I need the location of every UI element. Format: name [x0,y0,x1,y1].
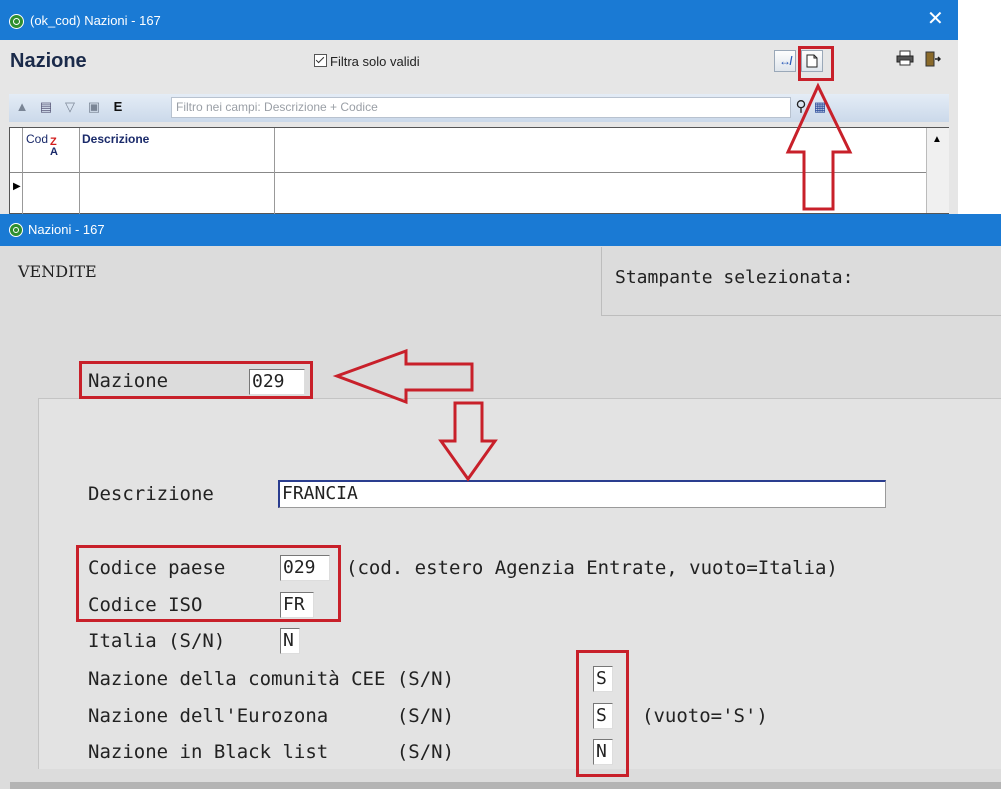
sort-za-icon[interactable]: ZA [50,137,58,158]
filter-valid-label: Filtra solo validi [330,54,420,69]
grid-options-icon[interactable]: ▦ [811,98,829,116]
funnel-filter-icon[interactable]: ▽ [61,98,79,116]
highlight-codice-fields [76,545,341,622]
highlight-sn-flags [576,650,629,777]
search-input[interactable]: Filtro nei campi: Descrizione + Codice [171,97,791,118]
exit-door-icon [925,51,942,67]
eurozona-label: Nazione dell'Eurozona (S/N) [88,705,455,727]
section-title: VENDITE [18,262,97,281]
edit-columns-icon[interactable]: ▤ [37,98,55,116]
form-window-titlebar[interactable]: Nazioni - 167 [0,214,1001,246]
up-arrow-icon[interactable]: ▲ [13,98,31,116]
exit-button[interactable] [921,50,943,72]
checkbox-checked-icon[interactable] [314,54,327,67]
codice-paese-note: (cod. estero Agenzia Entrate, vuoto=Ital… [346,557,838,579]
search-icon[interactable]: ⚲ [792,98,810,116]
lookup-window-title: (ok_cod) Nazioni - 167 [30,13,161,28]
highlight-nazione-field [79,361,313,399]
cee-label: Nazione della comunità CEE (S/N) [88,668,455,690]
bottom-edge [10,782,1001,789]
italia-field[interactable]: N [280,628,300,654]
filter-valid-checkbox[interactable]: Filtra solo validi [314,54,420,69]
results-grid: Cod ZA Descrizione ▶ ▲ [9,127,949,215]
close-icon[interactable]: ✕ [927,9,944,29]
page-title: Nazione [10,50,87,72]
form-window-title: Nazioni - 167 [28,222,105,237]
column-header-cod[interactable]: Cod [26,132,48,146]
lookup-window: (ok_cod) Nazioni - 167 ✕ Nazione Filtra … [0,0,958,215]
highlight-new-button [798,46,834,81]
blacklist-label: Nazione in Black list (S/N) [88,741,455,763]
eurozona-note: (vuoto='S') [642,705,768,727]
italia-label: Italia (S/N) [88,630,226,652]
app-logo-icon [9,223,23,237]
refresh-arrows-button[interactable]: ↮ [774,50,796,72]
grid-scrollbar[interactable]: ▲ [926,128,949,213]
export-excel-icon[interactable]: E [109,98,127,116]
printer-label: Stampante selezionata: [615,267,854,288]
descrizione-label: Descrizione [88,483,214,505]
column-header-descrizione[interactable]: Descrizione [82,132,149,146]
scroll-up-icon[interactable]: ▲ [932,134,942,145]
printer-icon [896,50,914,66]
print-button[interactable] [894,50,916,72]
current-row-indicator-icon: ▶ [13,181,21,192]
lookup-window-titlebar[interactable]: (ok_cod) Nazioni - 167 ✕ [0,0,958,40]
copy-icon[interactable]: ▣ [85,98,103,116]
descrizione-field[interactable]: FRANCIA [278,480,886,508]
form-window: Nazioni - 167 VENDITE Stampante selezion… [0,214,1001,789]
app-logo-icon [9,14,24,29]
